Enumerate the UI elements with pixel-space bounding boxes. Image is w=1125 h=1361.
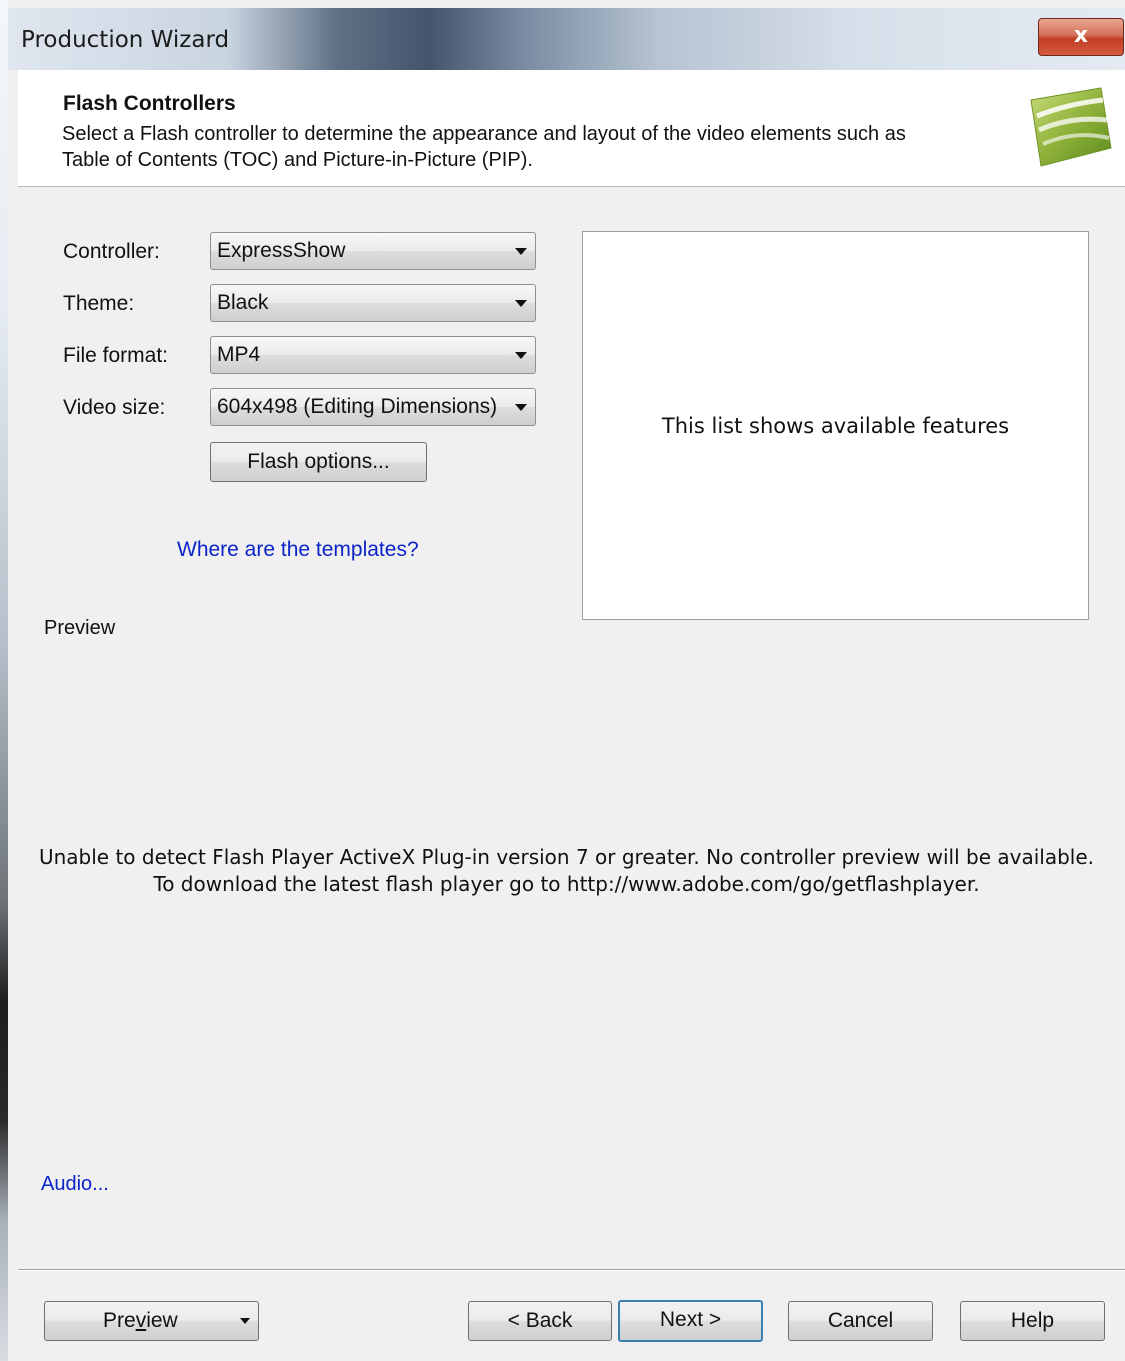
page-title: Flash Controllers	[63, 92, 236, 115]
page-description: Select a Flash controller to determine t…	[62, 123, 906, 171]
cancel-button[interactable]: Cancel	[788, 1301, 933, 1341]
video-size-label: Video size:	[63, 396, 166, 419]
chevron-down-icon	[515, 248, 527, 255]
flash-options-button[interactable]: Flash options...	[210, 442, 427, 482]
features-placeholder: This list shows available features	[661, 414, 1010, 438]
file-format-label: File format:	[63, 344, 169, 367]
wizard-header: Flash Controllers Select a Flash control…	[18, 70, 1125, 187]
theme-label: Theme:	[63, 292, 135, 315]
preview-split-button[interactable]: Preview	[44, 1301, 259, 1341]
chevron-down-icon	[240, 1318, 250, 1324]
production-wizard-window: Production Wizard x Flash Controllers Se…	[8, 0, 1125, 1361]
help-button[interactable]: Help	[960, 1301, 1105, 1341]
theme-select[interactable]: Black	[210, 284, 536, 322]
back-button[interactable]: < Back	[468, 1301, 612, 1341]
file-format-select[interactable]: MP4	[210, 336, 536, 374]
controller-value: ExpressShow	[217, 239, 346, 262]
video-size-value: 604x498 (Editing Dimensions)	[217, 395, 498, 418]
title-bar[interactable]: Production Wizard x	[8, 8, 1125, 70]
wizard-logo-icon	[1030, 87, 1112, 167]
chevron-down-icon	[515, 352, 527, 359]
video-size-select[interactable]: 604x498 (Editing Dimensions)	[210, 388, 536, 426]
preview-button-label: Preview	[103, 1309, 178, 1332]
close-button[interactable]: x	[1038, 18, 1124, 56]
controller-select[interactable]: ExpressShow	[210, 232, 536, 270]
templates-link[interactable]: Where are the templates?	[177, 538, 419, 562]
preview-message-line-2: To download the latest flash player go t…	[153, 872, 980, 896]
footer-separator	[18, 1269, 1125, 1271]
audio-link[interactable]: Audio...	[41, 1173, 109, 1196]
preview-message: Unable to detect Flash Player ActiveX Pl…	[8, 844, 1125, 898]
chevron-down-icon	[515, 300, 527, 307]
controller-label: Controller:	[63, 240, 160, 263]
preview-label: Preview	[44, 617, 116, 639]
file-format-value: MP4	[217, 343, 261, 366]
window-title: Production Wizard	[21, 27, 230, 53]
preview-message-line-1: Unable to detect Flash Player ActiveX Pl…	[38, 845, 1095, 869]
chevron-down-icon	[515, 404, 527, 411]
theme-value: Black	[217, 291, 269, 314]
next-button[interactable]: Next >	[618, 1300, 763, 1342]
features-list[interactable]: This list shows available features	[582, 231, 1089, 620]
